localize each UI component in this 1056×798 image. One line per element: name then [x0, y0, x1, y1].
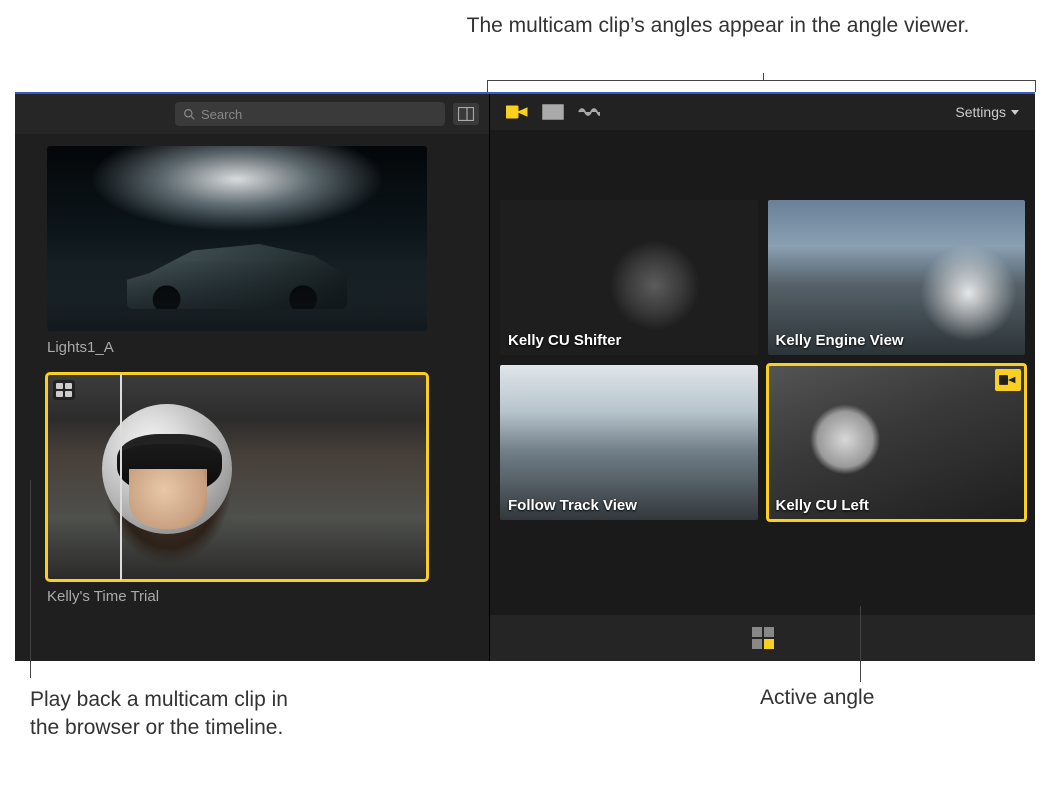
viewer-bottom-bar [490, 615, 1035, 661]
chevron-down-icon [1011, 110, 1019, 115]
angle-label: Kelly Engine View [776, 332, 904, 349]
callout-top-text: The multicam clip’s angles appear in the… [400, 12, 1036, 40]
angle-tile[interactable]: Kelly CU Shifter [500, 200, 758, 355]
settings-label: Settings [955, 104, 1006, 120]
angle-label: Follow Track View [508, 497, 637, 514]
angle-tile-active[interactable]: Kelly CU Left [768, 365, 1026, 520]
viewer-toolbar: Settings [490, 94, 1035, 130]
app-window: Search Lights1_A [15, 92, 1035, 661]
angle-tile[interactable]: Follow Track View [500, 365, 758, 520]
angle-viewer-panel: Settings Kelly CU Shifter Kelly Engine V… [490, 94, 1035, 661]
search-input[interactable]: Search [175, 102, 445, 126]
callout-bottom-left-text: Play back a multicam clip in the browser… [30, 686, 290, 743]
callout-line [860, 606, 861, 682]
layout-toggle-button[interactable] [453, 103, 479, 125]
clip-thumbnail[interactable] [47, 146, 427, 331]
callout-bottom-right-text: Active angle [760, 686, 960, 710]
clip-thumbnail[interactable] [47, 374, 427, 580]
browser-clip[interactable]: Kelly's Time Trial [47, 374, 471, 605]
browser-toolbar: Search [15, 94, 489, 134]
car-graphic [127, 244, 347, 309]
video-audio-mode-icon[interactable] [506, 104, 528, 120]
browser-clip[interactable]: Lights1_A [47, 146, 471, 356]
angle-grid: Kelly CU Shifter Kelly Engine View Follo… [490, 130, 1035, 615]
browser-panel: Search Lights1_A [15, 94, 490, 661]
callout-tick [763, 73, 764, 80]
face-graphic [129, 469, 207, 529]
playhead-indicator[interactable] [120, 374, 122, 580]
search-icon [183, 108, 196, 121]
callout-top-bracket [487, 80, 1036, 92]
callout-line [30, 480, 31, 678]
switch-mode-group [506, 104, 600, 120]
clip-label: Kelly's Time Trial [47, 588, 471, 605]
angle-label: Kelly CU Shifter [508, 332, 621, 349]
clip-label: Lights1_A [47, 339, 471, 356]
grid-layout-picker[interactable] [752, 627, 774, 649]
multicam-icon [53, 380, 75, 400]
angle-tile[interactable]: Kelly Engine View [768, 200, 1026, 355]
angle-label: Kelly CU Left [776, 497, 869, 514]
video-only-mode-icon[interactable] [542, 104, 564, 120]
active-angle-badge-icon [995, 369, 1021, 391]
search-placeholder: Search [201, 107, 242, 122]
settings-dropdown[interactable]: Settings [955, 104, 1019, 120]
layout-icon [458, 107, 474, 121]
browser-content: Lights1_A Kelly's Time Trial [15, 134, 489, 661]
audio-only-mode-icon[interactable] [578, 104, 600, 120]
